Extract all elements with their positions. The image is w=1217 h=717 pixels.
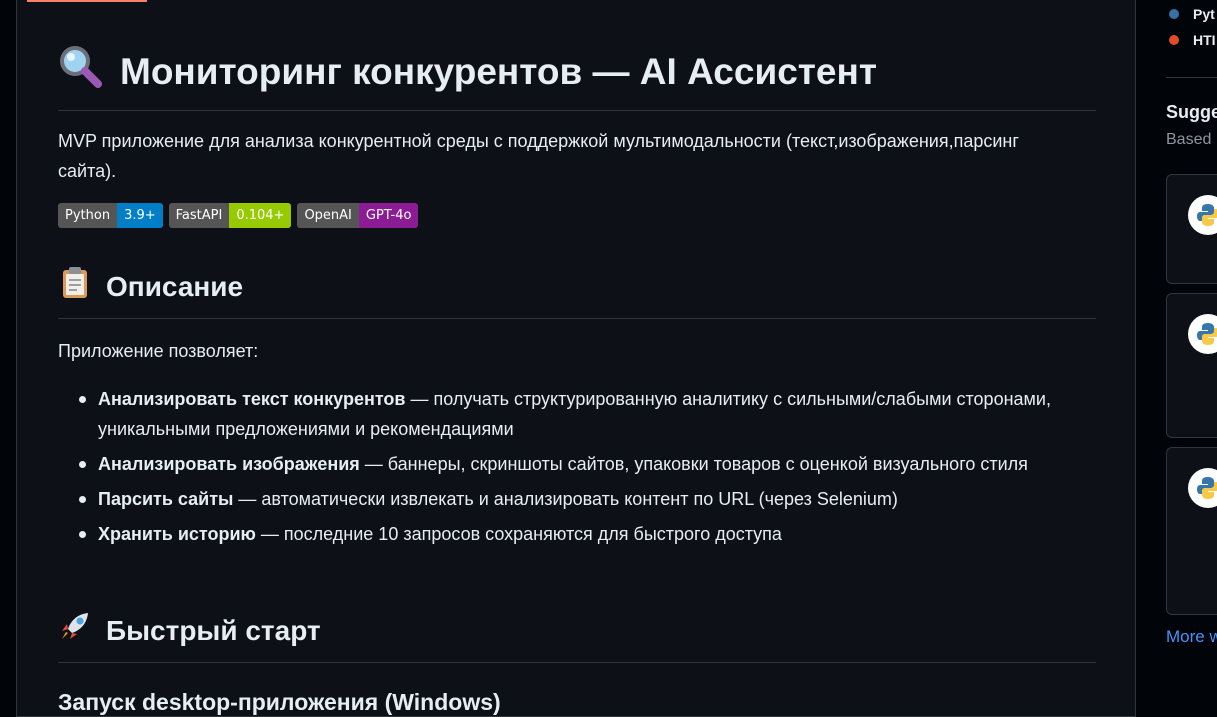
badge-value: 0.104+ bbox=[229, 203, 292, 228]
right-sidebar: Pyt HTI Sugge Based More w bbox=[1166, 0, 1217, 717]
list-item: Анализировать изображения — баннеры, скр… bbox=[58, 449, 1078, 479]
readme-description: MVP приложение для анализа конкурентной … bbox=[58, 131, 1019, 181]
clipboard-icon bbox=[58, 265, 92, 308]
language-item-html[interactable]: HTI bbox=[1169, 32, 1216, 48]
page-title-text: Мониторинг конкурентов — AI Ассистент bbox=[120, 50, 877, 92]
badge-label: FastAPI bbox=[168, 203, 230, 228]
feature-title: Хранить историю bbox=[98, 524, 256, 544]
intro-text: Приложение позволяет: bbox=[58, 341, 259, 361]
feature-text: — последние 10 запросов сохраняются для … bbox=[255, 524, 782, 544]
list-item: Анализировать текст конкурентов — получа… bbox=[58, 384, 1078, 444]
suggested-title: Sugge bbox=[1166, 102, 1217, 122]
page-title: Мониторинг конкурентов — AI Ассистент bbox=[58, 44, 1096, 111]
language-label: Pyt bbox=[1193, 6, 1215, 22]
suggested-card[interactable] bbox=[1166, 447, 1217, 615]
badge-label: OpenAI bbox=[297, 203, 359, 228]
list-item: Парсить сайты — автоматически извлекать … bbox=[58, 484, 1078, 514]
badge-openai[interactable]: OpenAI GPT-4o bbox=[297, 203, 419, 228]
section-heading-text: Описание bbox=[106, 270, 244, 302]
badge-label: Python bbox=[58, 203, 118, 228]
badge-value: 3.9+ bbox=[117, 203, 163, 228]
divider bbox=[1166, 77, 1217, 78]
subheading-windows: Запуск desktop-приложения (Windows) bbox=[58, 689, 501, 715]
magnifier-icon bbox=[58, 44, 102, 99]
feature-list: Анализировать текст конкурентов — получа… bbox=[58, 384, 1078, 554]
language-color-dot bbox=[1169, 35, 1179, 45]
feature-text: — баннеры, скриншоты сайтов, упаковки то… bbox=[359, 454, 1028, 474]
readme-panel: Мониторинг конкурентов — AI Ассистент MV… bbox=[16, 0, 1136, 717]
section-heading-quickstart: Быстрый старт bbox=[58, 609, 1096, 663]
section-heading-description: Описание bbox=[58, 265, 1096, 319]
feature-title: Анализировать изображения bbox=[98, 454, 360, 474]
section-heading-text: Быстрый старт bbox=[106, 614, 321, 646]
suggested-card[interactable] bbox=[1166, 174, 1217, 284]
rocket-icon bbox=[58, 609, 92, 652]
language-color-dot bbox=[1169, 9, 1179, 19]
feature-title: Анализировать текст конкурентов bbox=[98, 389, 406, 409]
list-item: Хранить историю — последние 10 запросов … bbox=[58, 519, 1078, 549]
suggested-subtitle: Based bbox=[1166, 131, 1212, 148]
feature-text: — автоматически извлекать и анализироват… bbox=[233, 489, 898, 509]
feature-title: Парсить сайты bbox=[98, 489, 234, 509]
badge-python[interactable]: Python 3.9+ bbox=[58, 203, 163, 228]
suggested-card[interactable] bbox=[1166, 293, 1217, 438]
badge-value: GPT-4o bbox=[358, 203, 419, 228]
python-icon bbox=[1188, 195, 1217, 235]
badge-row: Python 3.9+ FastAPI 0.104+ OpenAI GPT-4o bbox=[58, 203, 419, 228]
python-icon bbox=[1188, 468, 1217, 508]
language-item-python[interactable]: Pyt bbox=[1169, 6, 1215, 22]
active-tab-indicator bbox=[27, 0, 147, 2]
more-link[interactable]: More w bbox=[1166, 627, 1217, 647]
language-label: HTI bbox=[1193, 32, 1216, 48]
python-icon bbox=[1188, 314, 1217, 354]
badge-fastapi[interactable]: FastAPI 0.104+ bbox=[168, 203, 292, 228]
